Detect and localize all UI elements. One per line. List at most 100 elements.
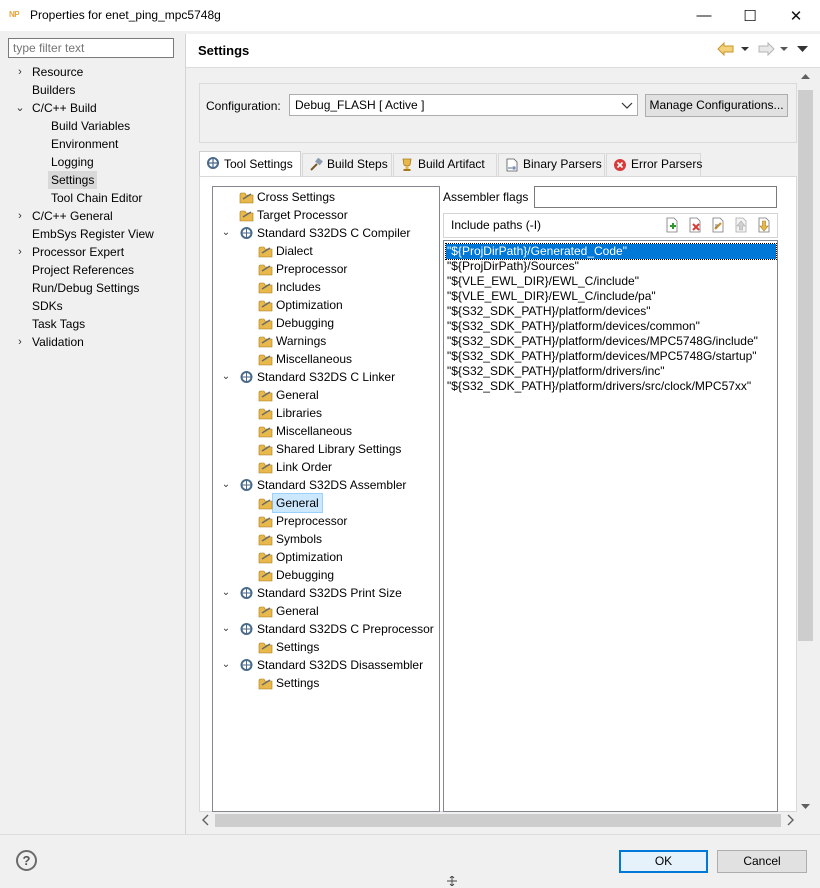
filter-input[interactable]: [8, 38, 174, 58]
tree-item-libraries[interactable]: Libraries: [258, 404, 322, 422]
nav-item-embsys-register-view[interactable]: EmbSys Register View: [32, 225, 154, 243]
nav-item-environment[interactable]: Environment: [51, 135, 118, 153]
tree-item-dialect[interactable]: Dialect: [258, 242, 313, 260]
chevron-right-icon[interactable]: ›: [14, 243, 26, 261]
edit-path-icon[interactable]: [710, 217, 726, 233]
manage-configurations-button[interactable]: Manage Configurations...: [645, 94, 788, 117]
tree-item-debugging[interactable]: Debugging: [258, 314, 334, 332]
tree-item-optimization[interactable]: Optimization: [258, 548, 343, 566]
vertical-scroll-thumb[interactable]: [798, 90, 813, 641]
tree-item-general[interactable]: General: [258, 386, 319, 404]
panel-splitter[interactable]: [185, 34, 186, 834]
chevron-down-icon[interactable]: ⌄: [219, 476, 233, 494]
nav-item-cpp-build[interactable]: ⌄ C/C++ Build: [15, 99, 96, 117]
nav-item-build-variables[interactable]: Build Variables: [51, 117, 130, 135]
nav-item-processor-expert[interactable]: › Processor Expert: [18, 243, 124, 261]
tree-item-settings[interactable]: Settings: [258, 638, 319, 656]
close-button[interactable]: ✕: [773, 0, 819, 31]
chevron-down-icon[interactable]: ⌄: [219, 224, 233, 242]
horizontal-scroll-thumb[interactable]: [215, 814, 781, 827]
scroll-up-icon[interactable]: [797, 72, 814, 82]
view-menu-icon[interactable]: [797, 45, 808, 53]
include-path-row[interactable]: "${S32_SDK_PATH}/platform/devices/common…: [447, 319, 700, 334]
chevron-down-icon[interactable]: ⌄: [219, 584, 233, 602]
tree-item-general-selected[interactable]: General: [258, 493, 323, 513]
chevron-right-icon[interactable]: ›: [14, 207, 26, 225]
tree-item-assembler[interactable]: ⌄ Standard S32DS Assembler: [222, 476, 407, 494]
nav-item-settings[interactable]: Settings: [48, 171, 98, 189]
tree-item-preprocessor[interactable]: Preprocessor: [258, 260, 347, 278]
minimize-button[interactable]: —: [681, 0, 727, 31]
tree-item-preprocessor[interactable]: Preprocessor: [258, 512, 347, 530]
nav-item-task-tags[interactable]: Task Tags: [32, 315, 85, 333]
include-path-row[interactable]: "${S32_SDK_PATH}/platform/devices": [447, 304, 651, 319]
back-dropdown-icon[interactable]: [740, 46, 750, 52]
chevron-down-icon[interactable]: ⌄: [219, 656, 233, 674]
tab-tool-settings[interactable]: Tool Settings: [199, 151, 301, 176]
forward-dropdown-icon[interactable]: [779, 46, 789, 52]
tree-item-cross-settings[interactable]: Cross Settings: [239, 188, 335, 206]
delete-path-icon[interactable]: [687, 217, 703, 233]
help-button[interactable]: ?: [16, 850, 37, 871]
nav-item-project-references[interactable]: Project References: [32, 261, 134, 279]
scroll-right-icon[interactable]: [785, 813, 795, 827]
scroll-down-icon[interactable]: [797, 801, 814, 811]
tree-item-c-preprocessor[interactable]: ⌄ Standard S32DS C Preprocessor: [222, 620, 434, 638]
chevron-down-icon[interactable]: ⌄: [219, 368, 233, 386]
include-path-row[interactable]: "${S32_SDK_PATH}/platform/drivers/inc": [447, 364, 665, 379]
nav-item-run-debug-settings[interactable]: Run/Debug Settings: [32, 279, 139, 297]
nav-item-tool-chain-editor[interactable]: Tool Chain Editor: [51, 189, 142, 207]
configuration-select[interactable]: Debug_FLASH [ Active ]: [289, 94, 638, 116]
include-path-row[interactable]: "${S32_SDK_PATH}/platform/drivers/src/cl…: [447, 379, 751, 394]
include-path-row[interactable]: "${S32_SDK_PATH}/platform/devices/MPC574…: [447, 334, 758, 349]
chevron-down-icon[interactable]: ⌄: [219, 620, 233, 638]
horizontal-scrollbar[interactable]: [199, 812, 797, 829]
nav-item-sdks[interactable]: SDKs: [32, 297, 63, 315]
tree-item-warnings[interactable]: Warnings: [258, 332, 326, 350]
nav-item-resource[interactable]: › Resource: [18, 63, 83, 81]
tree-item-print-size[interactable]: ⌄ Standard S32DS Print Size: [222, 584, 402, 602]
include-path-row[interactable]: "${ProjDirPath}/Sources": [447, 259, 579, 274]
nav-item-builders[interactable]: Builders: [32, 81, 75, 99]
tree-item-debugging[interactable]: Debugging: [258, 566, 334, 584]
chevron-right-icon[interactable]: ›: [14, 333, 26, 351]
assembler-flags-input[interactable]: [534, 186, 777, 208]
include-path-row-selected[interactable]: "${ProjDirPath}/Generated_Code": [445, 243, 777, 260]
back-arrow-icon[interactable]: [717, 42, 735, 56]
add-path-icon[interactable]: [664, 217, 680, 233]
nav-item-logging[interactable]: Logging: [51, 153, 94, 171]
tree-item-c-linker[interactable]: ⌄ Standard S32DS C Linker: [222, 368, 395, 386]
scroll-left-icon[interactable]: [201, 813, 211, 827]
tab-build-steps[interactable]: Build Steps: [302, 153, 392, 176]
nav-item-validation[interactable]: › Validation: [18, 333, 84, 351]
chevron-down-icon[interactable]: ⌄: [14, 99, 26, 117]
maximize-button[interactable]: ☐: [727, 0, 773, 31]
tree-item-link-order[interactable]: Link Order: [258, 458, 332, 476]
cancel-button[interactable]: Cancel: [717, 850, 807, 873]
ok-button[interactable]: OK: [619, 850, 708, 873]
tree-item-settings[interactable]: Settings: [258, 674, 319, 692]
include-path-row[interactable]: "${S32_SDK_PATH}/platform/devices/MPC574…: [447, 349, 757, 364]
tree-item-miscellaneous[interactable]: Miscellaneous: [258, 422, 352, 440]
tab-error-parsers[interactable]: Error Parsers: [606, 153, 702, 176]
tree-item-miscellaneous[interactable]: Miscellaneous: [258, 350, 352, 368]
nav-item-cpp-general[interactable]: › C/C++ General: [18, 207, 113, 225]
tree-item-symbols[interactable]: Symbols: [258, 530, 322, 548]
tab-binary-parsers[interactable]: Binary Parsers: [498, 153, 605, 176]
tree-item-c-compiler[interactable]: ⌄ Standard S32DS C Compiler: [222, 224, 411, 242]
include-path-row[interactable]: "${VLE_EWL_DIR}/EWL_C/include/pa": [447, 289, 656, 304]
move-down-icon[interactable]: [756, 217, 772, 233]
include-path-row[interactable]: "${VLE_EWL_DIR}/EWL_C/include": [447, 274, 639, 289]
tree-item-includes[interactable]: Includes: [258, 278, 321, 296]
move-up-icon[interactable]: [733, 217, 749, 233]
tree-item-optimization[interactable]: Optimization: [258, 296, 343, 314]
vertical-scrollbar[interactable]: [797, 70, 814, 815]
chevron-right-icon[interactable]: ›: [14, 63, 26, 81]
tab-build-artifact[interactable]: Build Artifact: [393, 153, 497, 176]
include-paths-list[interactable]: "${ProjDirPath}/Generated_Code" "${ProjD…: [443, 240, 778, 812]
tree-item-general[interactable]: General: [258, 602, 319, 620]
tree-item-disassembler[interactable]: ⌄ Standard S32DS Disassembler: [222, 656, 423, 674]
tool-tree[interactable]: Cross Settings Target Processor ⌄ Standa…: [212, 186, 440, 812]
tree-item-shared-library-settings[interactable]: Shared Library Settings: [258, 440, 401, 458]
tree-item-target-processor[interactable]: Target Processor: [239, 206, 348, 224]
